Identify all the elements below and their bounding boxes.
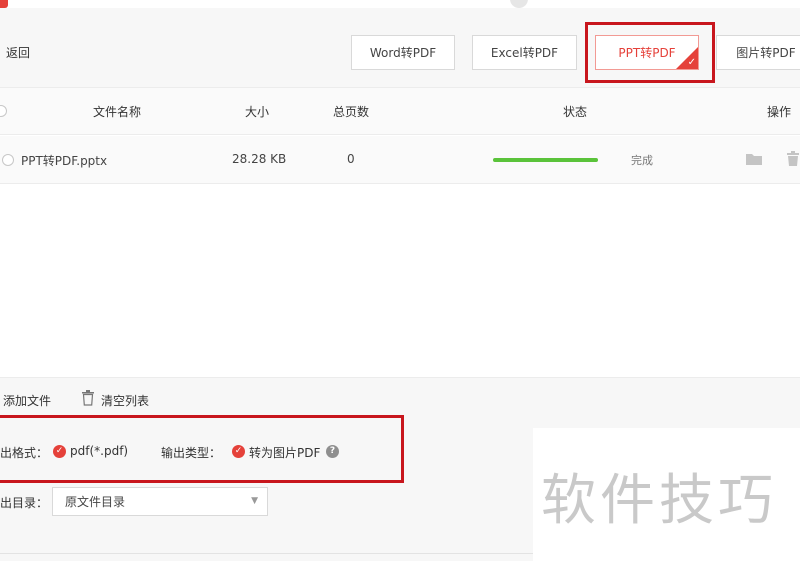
progress-fill <box>493 158 598 162</box>
highlight-box <box>0 415 404 483</box>
tab-image-to-pdf[interactable]: 图片转PDF <box>716 35 800 70</box>
clear-list-button[interactable]: 清空列表 <box>101 392 149 409</box>
row-status: 完成 <box>631 154 653 167</box>
back-button[interactable]: 返回 <box>6 44 30 61</box>
header-size: 大小 <box>245 105 270 119</box>
add-file-button[interactable]: 添加文件 <box>3 392 51 409</box>
tab-excel-to-pdf[interactable]: Excel转PDF <box>472 35 577 70</box>
title-bar <box>0 0 800 8</box>
output-dir-label: 出目录： <box>0 496 49 510</box>
tab-label: 图片转PDF <box>736 46 796 60</box>
progress-bar <box>493 158 598 162</box>
table-row <box>0 136 800 184</box>
header-actions: 操作 <box>767 105 792 119</box>
app-logo-icon <box>0 0 8 8</box>
header-pages: 总页数 <box>333 105 370 119</box>
tab-word-to-pdf[interactable]: Word转PDF <box>351 35 455 70</box>
tab-label: Excel转PDF <box>490 46 559 60</box>
trash-icon[interactable] <box>786 151 800 167</box>
chevron-down-icon: ▼ <box>251 496 258 506</box>
file-list-area <box>0 185 800 378</box>
tab-label: Word转PDF <box>369 46 437 60</box>
folder-icon[interactable] <box>745 152 763 166</box>
row-pages: 0 <box>347 152 355 166</box>
output-dir-value: 原文件目录 <box>65 495 126 509</box>
header-status: 状态 <box>563 105 588 119</box>
row-select-radio[interactable] <box>2 154 14 166</box>
clear-list-icon <box>82 390 94 406</box>
row-filename: PPT转PDF.pptx <box>21 154 108 168</box>
watermark-text: 软件技巧 <box>541 468 778 532</box>
row-size: 28.28 KB <box>232 152 287 166</box>
output-dir-select[interactable]: 原文件目录 ▼ <box>52 487 268 516</box>
header-filename: 文件名称 <box>93 105 142 119</box>
divider <box>0 553 533 554</box>
highlight-box <box>585 22 715 83</box>
